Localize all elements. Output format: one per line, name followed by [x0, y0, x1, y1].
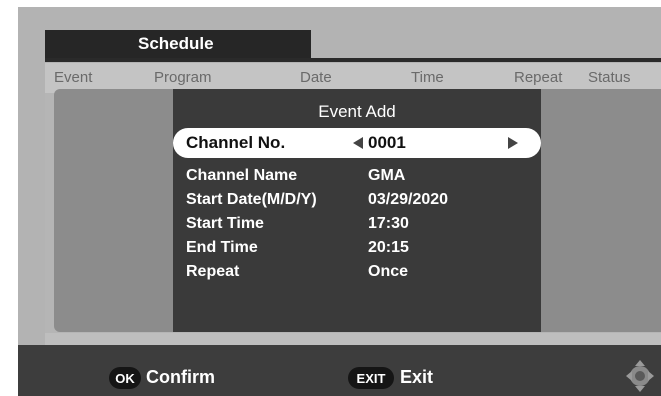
column-header-status: Status	[588, 69, 631, 86]
channel-number-label: Channel No.	[186, 133, 286, 152]
field-value: 17:30	[368, 215, 409, 232]
column-header-time: Time	[411, 69, 444, 86]
tv-screen: Schedule Event Program Date Time Repeat …	[18, 7, 661, 396]
field-label: Channel Name	[186, 167, 298, 184]
field-label: Start Date(M/D/Y)	[186, 191, 317, 208]
list-bottom-strip	[45, 333, 661, 345]
field-value: 03/29/2020	[368, 191, 449, 208]
channel-number-value: 0001	[368, 133, 406, 152]
footer-bar: OK Confirm EXIT Exit	[18, 345, 661, 396]
field-value: Once	[368, 263, 409, 280]
ok-key-badge[interactable]: OK	[109, 367, 141, 389]
exit-key-badge[interactable]: EXIT	[348, 367, 394, 389]
field-start-time[interactable]: Start Time 17:30	[186, 215, 536, 239]
dialog-title: Event Add	[318, 102, 396, 121]
field-channel-name[interactable]: Channel Name GMA	[186, 167, 536, 191]
field-end-time[interactable]: End Time 20:15	[186, 239, 536, 263]
event-add-dialog: Event Add Channel No. 0001 Channel Name …	[173, 89, 541, 332]
column-header-event: Event	[54, 69, 93, 86]
field-value: 20:15	[368, 239, 409, 256]
field-label: End Time	[186, 239, 258, 256]
column-header-date: Date	[300, 69, 332, 86]
field-start-date[interactable]: Start Date(M/D/Y) 03/29/2020	[186, 191, 536, 215]
field-repeat[interactable]: Repeat Once	[186, 263, 536, 287]
exit-label: Exit	[400, 367, 434, 387]
field-label: Repeat	[186, 263, 240, 280]
column-header-program: Program	[154, 69, 212, 86]
arrow-right-icon[interactable]	[508, 137, 518, 149]
channel-number-selector[interactable]: Channel No. 0001	[173, 128, 541, 158]
tab-underline	[45, 58, 661, 62]
confirm-label: Confirm	[146, 367, 215, 387]
field-value: GMA	[368, 167, 406, 184]
dpad-icon	[626, 360, 654, 392]
column-header-repeat: Repeat	[514, 69, 563, 86]
arrow-left-icon[interactable]	[353, 137, 363, 149]
field-label: Start Time	[186, 215, 264, 232]
tab-schedule[interactable]: Schedule	[45, 30, 311, 58]
tab-schedule-label: Schedule	[138, 34, 214, 53]
